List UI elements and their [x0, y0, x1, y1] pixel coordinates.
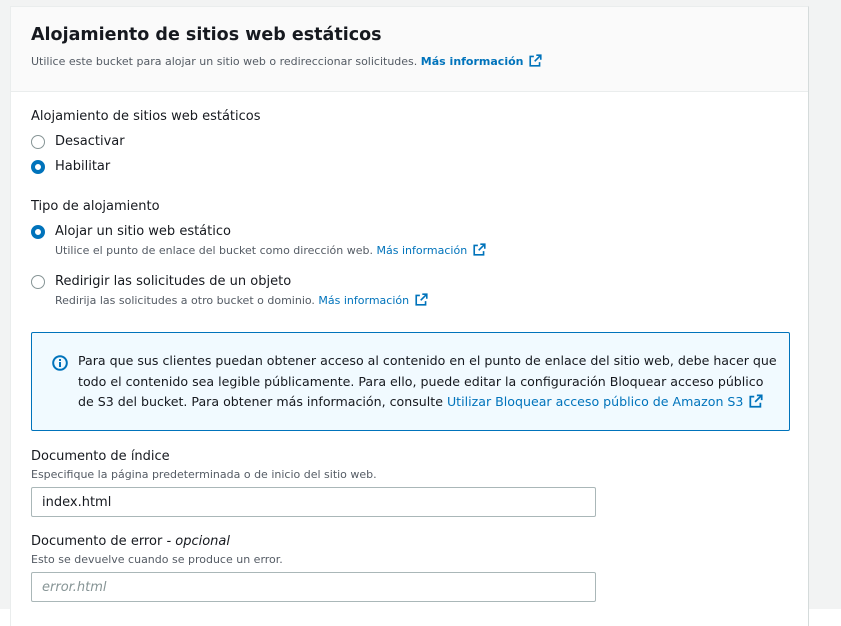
hosting-toggle-label: Alojamiento de sitios web estáticos — [31, 109, 261, 124]
panel-header: Alojamiento de sitios web estáticos Util… — [11, 7, 808, 92]
radio-redirect-requests[interactable]: Redirigir las solicitudes de un objeto R… — [31, 274, 428, 307]
radio-host-static-site-label: Alojar un sitio web estático — [55, 224, 231, 239]
error-document-label-text: Documento de error — [31, 534, 163, 549]
error-document-input[interactable] — [31, 572, 596, 602]
error-document-description: Esto se devuelve cuando se produce un er… — [31, 553, 283, 566]
radio-disable-label: Desactivar — [55, 134, 125, 149]
radio-host-static-site-button[interactable] — [31, 225, 45, 239]
panel-description-text: Utilice este bucket para alojar un sitio… — [31, 55, 418, 68]
radio-enable-button[interactable] — [31, 160, 45, 174]
static-website-hosting-panel: Alojamiento de sitios web estáticos Util… — [10, 6, 809, 626]
host-static-site-more-info-link[interactable]: Más información — [376, 243, 487, 257]
radio-disable[interactable]: Desactivar — [31, 134, 125, 150]
redirect-requests-more-info-label: Más información — [318, 294, 410, 307]
panel-title: Alojamiento de sitios web estáticos — [31, 25, 382, 45]
redirect-requests-more-info-link[interactable]: Más información — [318, 293, 428, 307]
panel-description: Utilice este bucket para alojar un sitio… — [31, 54, 543, 68]
external-link-icon — [473, 243, 486, 256]
error-document-optional-label: - opcional — [166, 534, 230, 549]
external-link-icon — [749, 394, 763, 408]
radio-redirect-requests-description: Redirija las solicitudes a otro bucket o… — [55, 293, 428, 307]
block-public-access-link[interactable]: Utilizar Bloquear acceso público de Amaz… — [447, 394, 763, 409]
radio-disable-button[interactable] — [31, 135, 45, 149]
info-alert: Para que sus clientes puedan obtener acc… — [31, 332, 790, 431]
radio-host-static-site-description: Utilice el punto de enlace del bucket co… — [55, 243, 486, 257]
redirect-requests-description-text: Redirija las solicitudes a otro bucket o… — [55, 294, 315, 307]
index-document-label: Documento de índice — [31, 449, 170, 464]
block-public-access-link-label: Utilizar Bloquear acceso público de Amaz… — [446, 394, 744, 409]
error-document-label: Documento de error - opcional — [31, 534, 230, 549]
header-more-info-link[interactable]: Más información — [420, 54, 543, 68]
header-more-info-label: Más información — [420, 55, 524, 68]
external-link-icon — [415, 293, 428, 306]
host-static-site-more-info-label: Más información — [376, 244, 468, 257]
radio-enable[interactable]: Habilitar — [31, 159, 110, 175]
info-icon — [52, 355, 68, 371]
index-document-description: Especifique la página predeterminada o d… — [31, 468, 377, 481]
radio-enable-label: Habilitar — [55, 159, 111, 174]
host-static-site-description-text: Utilice el punto de enlace del bucket co… — [55, 244, 373, 257]
radio-redirect-requests-label: Redirigir las solicitudes de un objeto — [55, 274, 292, 289]
radio-redirect-requests-button[interactable] — [31, 275, 45, 289]
hosting-type-label: Tipo de alojamiento — [31, 199, 160, 214]
index-document-input[interactable] — [31, 487, 596, 517]
radio-host-static-site[interactable]: Alojar un sitio web estático Utilice el … — [31, 224, 486, 257]
info-alert-text: Para que sus clientes puedan obtener acc… — [78, 351, 778, 413]
external-link-icon — [529, 54, 543, 67]
